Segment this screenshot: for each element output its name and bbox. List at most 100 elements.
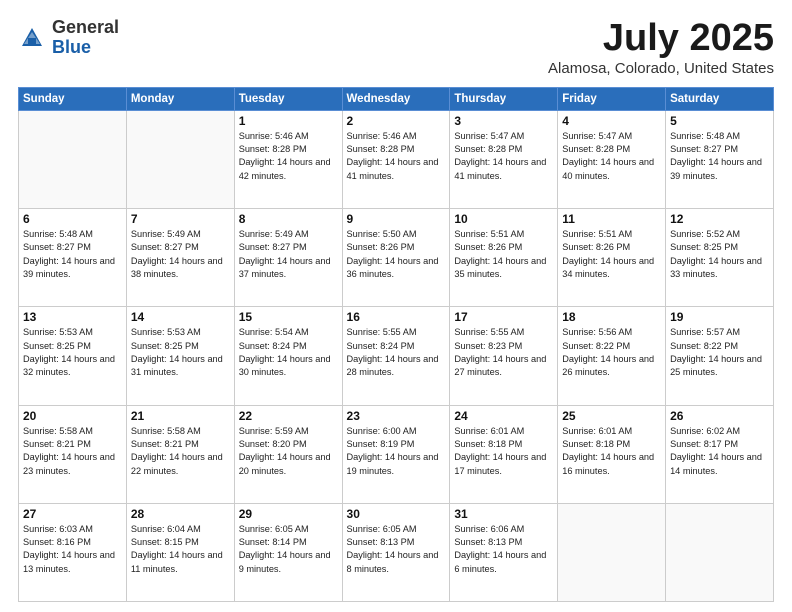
day-number: 1: [239, 114, 338, 128]
day-number: 22: [239, 409, 338, 423]
logo-icon: [18, 24, 46, 52]
cell-info: Sunrise: 5:47 AM Sunset: 8:28 PM Dayligh…: [562, 130, 661, 183]
day-number: 8: [239, 212, 338, 226]
header-monday: Monday: [126, 87, 234, 110]
cell-info: Sunrise: 5:50 AM Sunset: 8:26 PM Dayligh…: [347, 228, 446, 281]
table-row: 31 Sunrise: 6:06 AM Sunset: 8:13 PM Dayli…: [450, 503, 558, 601]
calendar-table: Sunday Monday Tuesday Wednesday Thursday…: [18, 87, 774, 602]
header: General Blue July 2025 Alamosa, Colorado…: [18, 18, 774, 77]
day-number: 7: [131, 212, 230, 226]
day-number: 25: [562, 409, 661, 423]
header-sunday: Sunday: [19, 87, 127, 110]
table-row: 6Sunrise: 5:48 AM Sunset: 8:27 PM Daylig…: [19, 209, 127, 307]
table-row: 2Sunrise: 5:46 AM Sunset: 8:28 PM Daylig…: [342, 110, 450, 208]
calendar-week-row: 13 Sunrise: 5:53 AM Sunset: 8:25 PM Dayli…: [19, 307, 774, 405]
cell-info: Sunrise: 5:51 AM Sunset: 8:26 PM Dayligh…: [454, 228, 553, 281]
day-number: 4: [562, 114, 661, 128]
table-row: 29 Sunrise: 6:05 AM Sunset: 8:14 PM Dayli…: [234, 503, 342, 601]
table-row: 3 Sunrise: 5:47 AM Sunset: 8:28 PM Daylig…: [450, 110, 558, 208]
title-block: July 2025 Alamosa, Colorado, United Stat…: [548, 18, 774, 77]
cell-info: Sunrise: 5:55 AM Sunset: 8:24 PM Dayligh…: [347, 326, 446, 379]
logo-general-text: General: [52, 17, 119, 37]
day-number: 28: [131, 507, 230, 521]
cell-info: Sunrise: 5:46 AM Sunset: 8:28 PM Dayligh…: [347, 130, 446, 183]
cell-info: Sunrise: 5:53 AM Sunset: 8:25 PM Dayligh…: [23, 326, 122, 379]
table-row: 27 Sunrise: 6:03 AM Sunset: 8:16 PM Dayli…: [19, 503, 127, 601]
cell-info: Sunrise: 5:51 AM Sunset: 8:26 PM Dayligh…: [562, 228, 661, 281]
calendar-header-row: Sunday Monday Tuesday Wednesday Thursday…: [19, 87, 774, 110]
cell-info: Sunrise: 5:49 AM Sunset: 8:27 PM Dayligh…: [131, 228, 230, 281]
day-number: 5: [670, 114, 769, 128]
calendar-week-row: 6Sunrise: 5:48 AM Sunset: 8:27 PM Daylig…: [19, 209, 774, 307]
day-number: 20: [23, 409, 122, 423]
table-row: 4 Sunrise: 5:47 AM Sunset: 8:28 PM Daylig…: [558, 110, 666, 208]
table-row: 13 Sunrise: 5:53 AM Sunset: 8:25 PM Dayli…: [19, 307, 127, 405]
day-number: 30: [347, 507, 446, 521]
table-row: [19, 110, 127, 208]
table-row: [126, 110, 234, 208]
table-row: 12 Sunrise: 5:52 AM Sunset: 8:25 PM Dayli…: [666, 209, 774, 307]
cell-info: Sunrise: 6:05 AM Sunset: 8:14 PM Dayligh…: [239, 523, 338, 576]
day-number: 19: [670, 310, 769, 324]
cell-info: Sunrise: 5:55 AM Sunset: 8:23 PM Dayligh…: [454, 326, 553, 379]
cell-info: Sunrise: 5:56 AM Sunset: 8:22 PM Dayligh…: [562, 326, 661, 379]
table-row: 8 Sunrise: 5:49 AM Sunset: 8:27 PM Daylig…: [234, 209, 342, 307]
table-row: 18 Sunrise: 5:56 AM Sunset: 8:22 PM Dayli…: [558, 307, 666, 405]
header-tuesday: Tuesday: [234, 87, 342, 110]
cell-info: Sunrise: 6:06 AM Sunset: 8:13 PM Dayligh…: [454, 523, 553, 576]
cell-info: Sunrise: 5:47 AM Sunset: 8:28 PM Dayligh…: [454, 130, 553, 183]
table-row: 21Sunrise: 5:58 AM Sunset: 8:21 PM Dayli…: [126, 405, 234, 503]
logo: General Blue: [18, 18, 119, 58]
table-row: 25 Sunrise: 6:01 AM Sunset: 8:18 PM Dayli…: [558, 405, 666, 503]
calendar-week-row: 20 Sunrise: 5:58 AM Sunset: 8:21 PM Dayli…: [19, 405, 774, 503]
cell-info: Sunrise: 6:03 AM Sunset: 8:16 PM Dayligh…: [23, 523, 122, 576]
table-row: 19 Sunrise: 5:57 AM Sunset: 8:22 PM Dayli…: [666, 307, 774, 405]
cell-info: Sunrise: 5:52 AM Sunset: 8:25 PM Dayligh…: [670, 228, 769, 281]
day-number: 26: [670, 409, 769, 423]
day-number: 3: [454, 114, 553, 128]
table-row: [558, 503, 666, 601]
table-row: 11 Sunrise: 5:51 AM Sunset: 8:26 PM Dayli…: [558, 209, 666, 307]
cell-info: Sunrise: 6:05 AM Sunset: 8:13 PM Dayligh…: [347, 523, 446, 576]
cell-info: Sunrise: 5:46 AM Sunset: 8:28 PM Dayligh…: [239, 130, 338, 183]
calendar-week-row: 1 Sunrise: 5:46 AM Sunset: 8:28 PM Daylig…: [19, 110, 774, 208]
logo-text: General Blue: [52, 18, 119, 58]
day-number: 17: [454, 310, 553, 324]
day-number: 11: [562, 212, 661, 226]
cell-info: Sunrise: 5:53 AM Sunset: 8:25 PM Dayligh…: [131, 326, 230, 379]
cell-info: Sunrise: 6:02 AM Sunset: 8:17 PM Dayligh…: [670, 425, 769, 478]
cell-info: Sunrise: 5:48 AM Sunset: 8:27 PM Dayligh…: [670, 130, 769, 183]
table-row: 10 Sunrise: 5:51 AM Sunset: 8:26 PM Dayli…: [450, 209, 558, 307]
table-row: 24Sunrise: 6:01 AM Sunset: 8:18 PM Dayli…: [450, 405, 558, 503]
table-row: 15 Sunrise: 5:54 AM Sunset: 8:24 PM Dayli…: [234, 307, 342, 405]
cell-info: Sunrise: 5:48 AM Sunset: 8:27 PM Dayligh…: [23, 228, 122, 281]
day-number: 10: [454, 212, 553, 226]
day-number: 12: [670, 212, 769, 226]
table-row: 7 Sunrise: 5:49 AM Sunset: 8:27 PM Daylig…: [126, 209, 234, 307]
page: General Blue July 2025 Alamosa, Colorado…: [0, 0, 792, 612]
day-number: 18: [562, 310, 661, 324]
table-row: 23Sunrise: 6:00 AM Sunset: 8:19 PM Dayli…: [342, 405, 450, 503]
table-row: 17 Sunrise: 5:55 AM Sunset: 8:23 PM Dayli…: [450, 307, 558, 405]
cell-info: Sunrise: 5:57 AM Sunset: 8:22 PM Dayligh…: [670, 326, 769, 379]
cell-info: Sunrise: 5:54 AM Sunset: 8:24 PM Dayligh…: [239, 326, 338, 379]
day-number: 31: [454, 507, 553, 521]
cell-info: Sunrise: 5:49 AM Sunset: 8:27 PM Dayligh…: [239, 228, 338, 281]
day-number: 9: [347, 212, 446, 226]
table-row: [666, 503, 774, 601]
cell-info: Sunrise: 5:58 AM Sunset: 8:21 PM Dayligh…: [23, 425, 122, 478]
cell-info: Sunrise: 6:01 AM Sunset: 8:18 PM Dayligh…: [454, 425, 553, 478]
day-number: 13: [23, 310, 122, 324]
table-row: 14Sunrise: 5:53 AM Sunset: 8:25 PM Dayli…: [126, 307, 234, 405]
cell-info: Sunrise: 6:00 AM Sunset: 8:19 PM Dayligh…: [347, 425, 446, 478]
day-number: 27: [23, 507, 122, 521]
header-saturday: Saturday: [666, 87, 774, 110]
logo-blue-text: Blue: [52, 37, 91, 57]
day-number: 29: [239, 507, 338, 521]
table-row: 1 Sunrise: 5:46 AM Sunset: 8:28 PM Daylig…: [234, 110, 342, 208]
header-thursday: Thursday: [450, 87, 558, 110]
calendar-subtitle: Alamosa, Colorado, United States: [548, 60, 774, 77]
day-number: 15: [239, 310, 338, 324]
table-row: 16Sunrise: 5:55 AM Sunset: 8:24 PM Dayli…: [342, 307, 450, 405]
cell-info: Sunrise: 6:01 AM Sunset: 8:18 PM Dayligh…: [562, 425, 661, 478]
